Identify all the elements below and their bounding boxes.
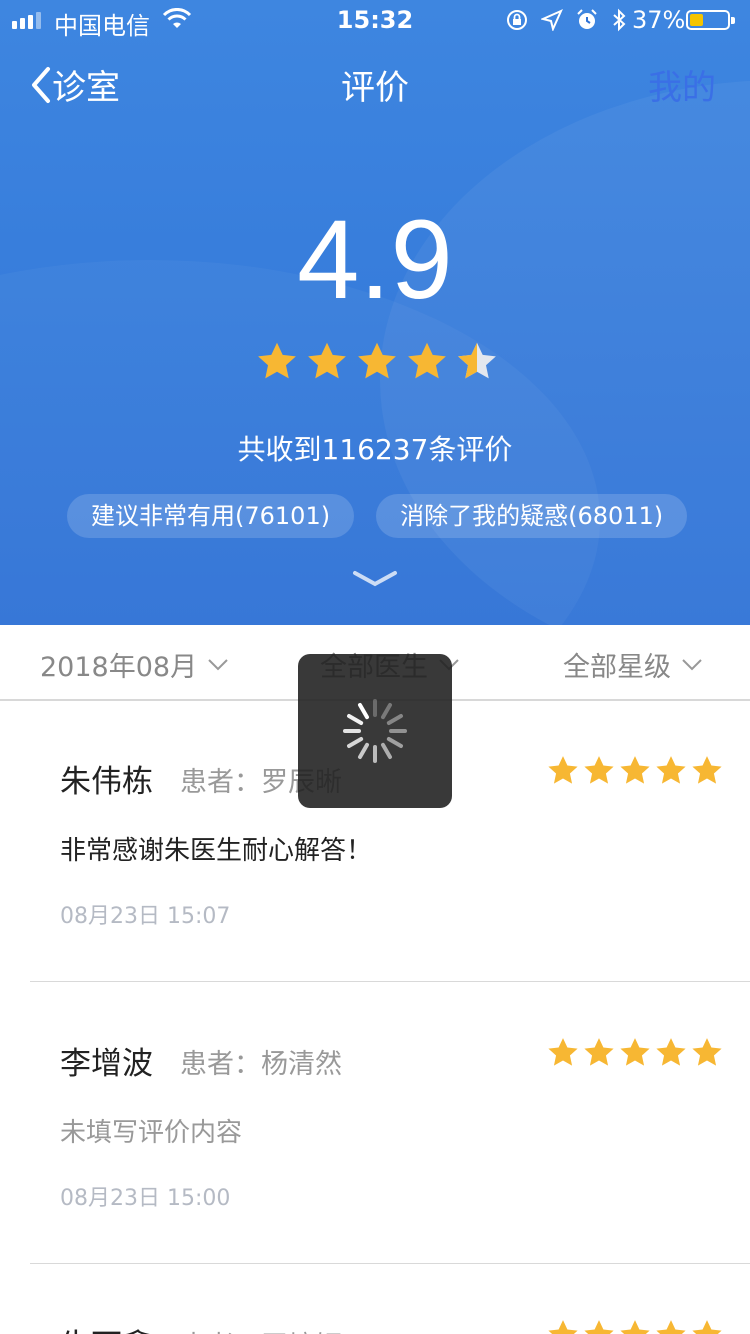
battery-percent: 37% — [632, 6, 686, 34]
location-icon — [541, 9, 563, 31]
tag-doubts-cleared[interactable]: 消除了我的疑惑(68011) — [376, 494, 688, 538]
spinner-tick — [386, 737, 403, 748]
navigation-bar: 诊室 评价 我的 — [0, 52, 750, 116]
star-icon — [458, 342, 496, 379]
star-icon — [584, 1320, 614, 1334]
spinner-tick — [347, 714, 364, 725]
spinner-tick — [381, 703, 392, 720]
chevron-down-icon — [208, 658, 228, 670]
doctor-name: 朱伟栋 — [60, 764, 153, 800]
rotation-lock-icon — [507, 10, 527, 30]
star-icon — [584, 1038, 614, 1066]
star-icon — [620, 1320, 650, 1334]
star-icon — [358, 342, 396, 379]
spinner-tick — [358, 703, 369, 720]
loading-overlay — [298, 654, 452, 808]
battery-icon — [686, 10, 735, 30]
star-icon — [620, 1038, 650, 1066]
review-date: 08月23日 15:07 — [60, 904, 231, 929]
star-icon — [656, 756, 686, 784]
tag-useful-advice[interactable]: 建议非常有用(76101) — [67, 494, 355, 538]
doctor-name: 牛可鑫 — [60, 1320, 153, 1334]
star-icon — [584, 756, 614, 784]
rating-filter-label: 全部星级 — [563, 652, 671, 683]
star-icon — [308, 342, 346, 379]
star-icon — [656, 1038, 686, 1066]
spinner-tick — [381, 742, 392, 759]
review-count: 共收到116237条评价 — [237, 433, 513, 466]
review-item[interactable]: 李增波 患者：杨清然 未填写评价内容 08月23日 15:00 — [0, 982, 750, 1264]
star-icon — [548, 1038, 578, 1066]
page-title: 评价 — [341, 68, 409, 108]
review-content: 非常感谢朱医生耐心解答！ — [60, 836, 373, 866]
loading-spinner-icon — [343, 699, 407, 763]
star-icon — [692, 1038, 722, 1066]
my-reviews-button[interactable]: 我的 — [648, 60, 716, 109]
star-icon — [548, 1320, 578, 1334]
star-icon — [692, 756, 722, 784]
month-filter-label: 2018年08月 — [40, 652, 198, 683]
star-icon — [620, 756, 650, 784]
review-item[interactable]: 牛可鑫 患者：王培妍 — [0, 1264, 750, 1334]
expand-chevron-icon[interactable] — [352, 568, 398, 590]
average-score: 4.9 — [297, 197, 453, 322]
tag-list: 建议非常有用(76101) 消除了我的疑惑(68011) — [67, 494, 688, 538]
spinner-tick — [358, 742, 369, 759]
rating-header: 中国电信 15:32 37% 诊室 评价 我的 4.9 共收到116237条评价… — [0, 0, 750, 625]
chevron-down-icon — [682, 658, 702, 670]
bluetooth-icon — [613, 8, 626, 32]
spinner-tick — [386, 714, 403, 725]
review-date: 08月23日 15:00 — [60, 1186, 231, 1211]
review-stars — [546, 1318, 724, 1334]
battery-fill — [690, 14, 704, 26]
spinner-tick — [347, 737, 364, 748]
star-icon — [548, 756, 578, 784]
patient-name: 患者：杨清然 — [180, 1049, 342, 1080]
rating-stars — [255, 340, 499, 384]
star-icon — [408, 342, 446, 379]
month-filter[interactable]: 2018年08月 — [40, 645, 229, 684]
doctor-name: 李增波 — [60, 1046, 153, 1082]
star-icon — [692, 1320, 722, 1334]
review-content: 未填写评价内容 — [60, 1118, 243, 1148]
star-icon — [656, 1320, 686, 1334]
alarm-icon — [577, 9, 597, 29]
status-bar: 中国电信 15:32 37% — [0, 0, 750, 40]
review-stars — [546, 754, 724, 788]
star-icon — [258, 342, 296, 379]
patient-name: 患者：王培妍 — [180, 1324, 342, 1334]
review-stars — [546, 1036, 724, 1070]
rating-filter[interactable]: 全部星级 — [563, 645, 703, 684]
